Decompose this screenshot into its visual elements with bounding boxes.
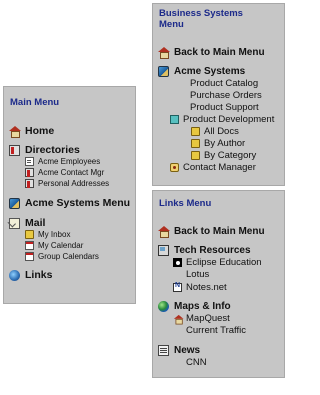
links-item-label: Current Traffic — [186, 325, 247, 336]
folder-icon — [191, 151, 200, 160]
newspaper-icon — [158, 345, 169, 356]
links-news[interactable]: News — [158, 345, 200, 356]
menu-item-home[interactable]: Home — [9, 125, 55, 138]
menu-item-links-label: Links — [25, 269, 53, 281]
links-maps-info[interactable]: Maps & Info — [158, 301, 231, 312]
submenu-item-acme-contact-mgr[interactable]: Acme Contact Mgr — [25, 168, 104, 177]
folder-icon — [191, 139, 200, 148]
business-menu-title-line2: Menu — [159, 19, 184, 30]
links-back-to-main[interactable]: Back to Main Menu — [158, 226, 265, 238]
home-icon — [9, 125, 21, 138]
links-maps-label: Maps & Info — [174, 301, 231, 312]
links-item-label: Notes.net — [186, 282, 227, 293]
submenu-item-group-calendars[interactable]: Group Calendars — [25, 252, 99, 261]
home-icon — [173, 314, 184, 325]
submenu-item-label: Personal Addresses — [38, 179, 110, 188]
business-item-label: Purchase Orders — [190, 90, 262, 101]
main-menu-title: Main Menu — [10, 97, 60, 108]
links-item-label: Lotus — [186, 269, 210, 280]
document-icon — [25, 157, 34, 166]
calendar-icon — [25, 252, 34, 261]
monitor-icon — [158, 245, 169, 256]
menu-item-mail[interactable]: Mail — [9, 217, 45, 229]
business-dev-label: All Docs — [204, 126, 239, 137]
links-item-label: CNN — [186, 357, 207, 368]
submenu-item-personal-addresses[interactable]: Personal Addresses — [25, 179, 109, 188]
home-icon — [158, 47, 170, 59]
business-dev-label: By Category — [204, 150, 257, 161]
links-item-label: Eclipse Education — [186, 257, 262, 268]
business-item-product-development[interactable]: Product Development — [170, 114, 274, 125]
menu-item-directories[interactable]: Directories — [9, 144, 80, 156]
business-contact-label: Contact Manager — [183, 162, 256, 173]
submenu-item-label: Group Calendars — [38, 252, 99, 261]
business-dev-by-author[interactable]: By Author — [191, 138, 245, 149]
links-tech-label: Tech Resources — [174, 245, 251, 256]
business-item-purchase-orders[interactable]: Purchase Orders — [190, 90, 262, 101]
links-item-label: MapQuest — [186, 313, 230, 324]
contact-icon — [170, 163, 179, 172]
business-acme-systems-label: Acme Systems — [174, 66, 246, 77]
menu-item-home-label: Home — [25, 125, 55, 137]
business-item-label: Product Development — [183, 114, 275, 125]
links-item-lotus[interactable]: Lotus — [186, 269, 209, 280]
systems-icon — [158, 66, 169, 77]
globe-icon — [9, 269, 20, 281]
business-item-label: Product Catalog — [190, 78, 259, 89]
address-book-icon — [25, 168, 34, 177]
business-dev-label: By Author — [204, 138, 246, 149]
calendar-icon — [25, 241, 34, 250]
business-back-label: Back to Main Menu — [174, 47, 265, 58]
business-item-product-catalog[interactable]: Product Catalog — [190, 78, 258, 89]
business-acme-systems[interactable]: Acme Systems — [158, 66, 245, 77]
menu-item-mail-label: Mail — [25, 217, 46, 229]
links-item-cnn[interactable]: CNN — [186, 357, 207, 368]
directory-book-icon — [9, 144, 20, 156]
business-dev-by-category[interactable]: By Category — [191, 150, 256, 161]
business-back-to-main[interactable]: Back to Main Menu — [158, 47, 265, 59]
eclipse-icon — [173, 258, 182, 267]
address-book-icon — [25, 179, 34, 188]
links-item-current-traffic[interactable]: Current Traffic — [186, 325, 246, 336]
inbox-icon — [25, 230, 34, 239]
business-menu-title-line1: Business Systems — [159, 8, 243, 19]
business-systems-panel: Business Systems Menu Back to Main Menu … — [152, 3, 285, 186]
business-menu-title: Business Systems Menu — [159, 8, 279, 30]
business-item-label: Product Support — [190, 102, 259, 113]
links-item-notes-net[interactable]: Notes.net — [173, 282, 227, 293]
folder-icon — [191, 127, 200, 136]
menu-item-acme-systems-label: Acme Systems Menu — [25, 197, 131, 209]
submenu-item-label: Acme Contact Mgr — [38, 168, 105, 177]
links-news-label: News — [174, 345, 201, 356]
business-dev-all-docs[interactable]: All Docs — [191, 126, 239, 137]
links-item-eclipse[interactable]: Eclipse Education — [173, 257, 262, 268]
home-icon — [158, 226, 170, 238]
links-menu-title: Links Menu — [159, 198, 212, 209]
main-menu-panel: Main Menu Home Directories Acme Employee… — [3, 86, 136, 304]
links-tech-resources[interactable]: Tech Resources — [158, 245, 251, 256]
menu-item-links[interactable]: Links — [9, 269, 52, 281]
links-back-label: Back to Main Menu — [174, 226, 265, 237]
notes-icon — [173, 282, 182, 292]
submenu-item-label: My Inbox — [38, 230, 71, 239]
mail-icon — [9, 217, 20, 229]
links-item-mapquest[interactable]: MapQuest — [173, 313, 230, 325]
links-menu-panel: Links Menu Back to Main Menu Tech Resour… — [152, 190, 285, 378]
submenu-item-acme-employees[interactable]: Acme Employees — [25, 157, 100, 166]
menu-item-directories-label: Directories — [25, 144, 80, 156]
submenu-item-my-inbox[interactable]: My Inbox — [25, 230, 70, 239]
folder-open-icon — [170, 115, 179, 124]
business-item-product-support[interactable]: Product Support — [190, 102, 259, 113]
business-contact-manager[interactable]: Contact Manager — [170, 162, 256, 173]
menu-item-acme-systems-menu[interactable]: Acme Systems Menu — [9, 197, 130, 209]
submenu-item-my-calendar[interactable]: My Calendar — [25, 241, 83, 250]
systems-icon — [9, 197, 20, 209]
world-icon — [158, 301, 169, 312]
submenu-item-label: My Calendar — [38, 241, 84, 250]
submenu-item-label: Acme Employees — [38, 157, 101, 166]
